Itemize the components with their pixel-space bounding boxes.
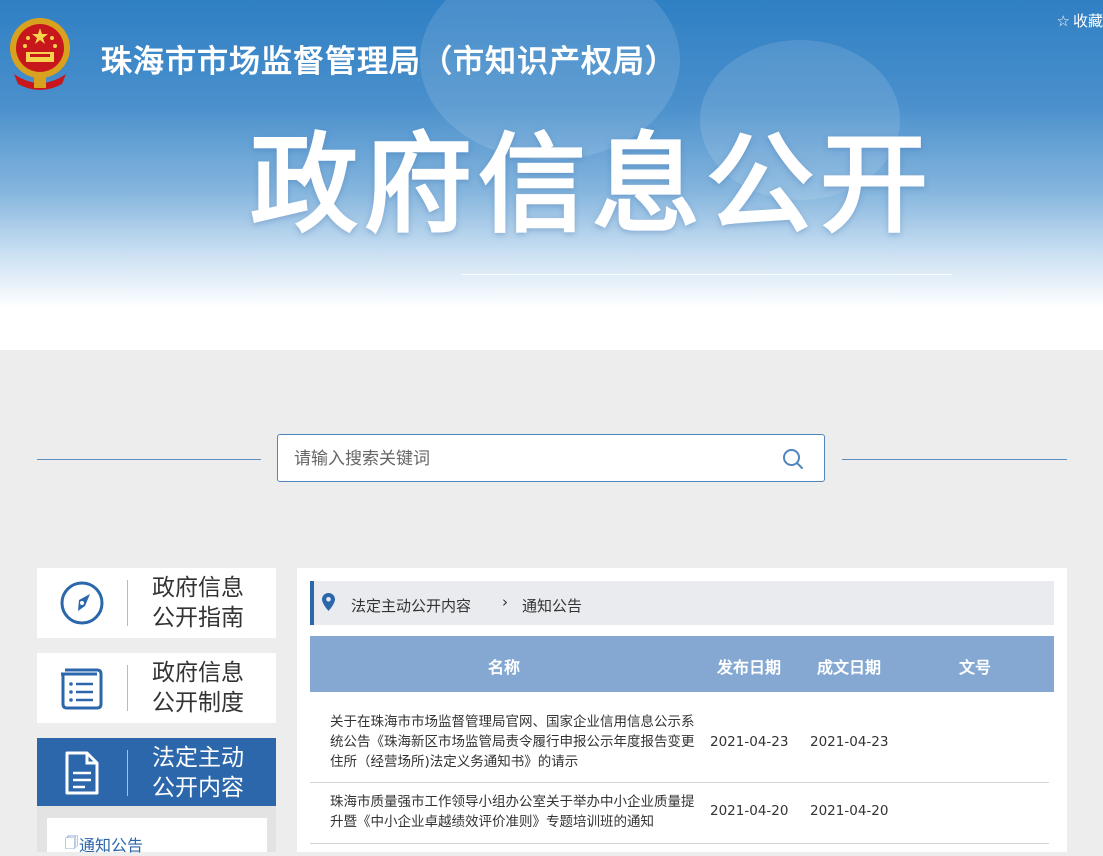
main-content: 法定主动公开内容 › 通知公告 名称 发布日期 成文日期 文号 关于在珠海市市场… <box>297 568 1067 852</box>
column-header-created-date: 成文日期 <box>817 658 882 677</box>
search-divider-right <box>842 459 1067 460</box>
document-icon <box>65 751 99 795</box>
sidebar-subitem-label: 通知公告 <box>79 836 144 855</box>
search-icon[interactable] <box>782 448 804 470</box>
table-header: 名称 发布日期 成文日期 文号 <box>310 636 1054 692</box>
row-title: 珠海市质量强市工作领导小组办公室关于举办中小企业质量提升暨《中小企业卓越绩效评价… <box>330 794 695 830</box>
sidebar-item-label: 政府信息 公开指南 <box>152 573 262 633</box>
location-pin-icon <box>322 593 335 611</box>
sidebar-item-policy[interactable]: 政府信息 公开制度 <box>37 653 276 723</box>
row-publish-date: 2021-04-20 <box>710 803 789 819</box>
sidebar-subpanel: 🗍 通知公告 <box>37 806 276 855</box>
breadcrumb-link-statutory[interactable]: 法定主动公开内容 <box>351 595 471 616</box>
site-title: 珠海市市场监督管理局（市知识产权局） <box>101 44 677 80</box>
compass-icon <box>60 581 104 625</box>
search-input[interactable] <box>292 445 766 473</box>
row-title: 关于在珠海市市场监督管理局官网、国家企业信用信息公示系统公告《珠海新区市场监管局… <box>330 714 695 770</box>
row-publish-date: 2021-04-23 <box>710 734 789 750</box>
banner: 珠海市市场监督管理局（市知识产权局） ☆ 收藏 政府信息公开 <box>0 0 1103 350</box>
column-header-doc-number: 文号 <box>959 658 992 677</box>
banner-title: 政府信息公开 <box>250 123 935 248</box>
search-box <box>277 434 825 482</box>
table-row[interactable]: 珠海市质量强市工作领导小组办公室关于举办中小企业质量提升暨《中小企业卓越绩效评价… <box>310 783 1049 844</box>
sidebar-item-label: 政府信息 公开制度 <box>152 658 262 718</box>
list-icon <box>61 668 103 710</box>
column-header-name: 名称 <box>488 658 521 677</box>
favorite-label: 收藏 <box>1072 12 1103 30</box>
file-icon: 🗍 <box>65 836 78 851</box>
sidebar-subitem-notices[interactable]: 🗍 通知公告 <box>47 818 267 855</box>
national-emblem-icon <box>10 18 70 90</box>
chevron-right-icon: › <box>502 593 508 611</box>
row-created-date: 2021-04-23 <box>810 734 889 750</box>
sidebar-label-line: 政府信息 <box>152 660 244 686</box>
sidebar-separator <box>127 580 128 626</box>
sidebar-label-line: 政府信息 <box>152 575 244 601</box>
column-header-publish-date: 发布日期 <box>717 658 782 677</box>
sidebar-separator <box>127 665 128 711</box>
favorite-button[interactable]: ☆ 收藏 <box>1057 10 1103 31</box>
sidebar-item-label: 法定主动 公开内容 <box>152 743 262 803</box>
sidebar-separator <box>127 750 128 796</box>
sidebar-label-line: 公开指南 <box>152 605 244 631</box>
star-icon: ☆ <box>1056 12 1070 30</box>
row-created-date: 2021-04-20 <box>810 803 889 819</box>
sidebar-label-line: 法定主动 <box>152 745 244 771</box>
sidebar-label-line: 公开制度 <box>152 690 244 716</box>
search-divider-left <box>37 459 261 460</box>
breadcrumb: 法定主动公开内容 › 通知公告 <box>310 581 1054 625</box>
table-row[interactable]: 关于在珠海市市场监督管理局官网、国家企业信用信息公示系统公告《珠海新区市场监管局… <box>310 704 1049 783</box>
sidebar-label-line: 公开内容 <box>152 775 244 801</box>
breadcrumb-current[interactable]: 通知公告 <box>522 595 582 616</box>
sidebar-item-statutory-content[interactable]: 法定主动 公开内容 <box>37 738 276 808</box>
sidebar-item-guide[interactable]: 政府信息 公开指南 <box>37 568 276 638</box>
banner-divider <box>461 274 952 275</box>
